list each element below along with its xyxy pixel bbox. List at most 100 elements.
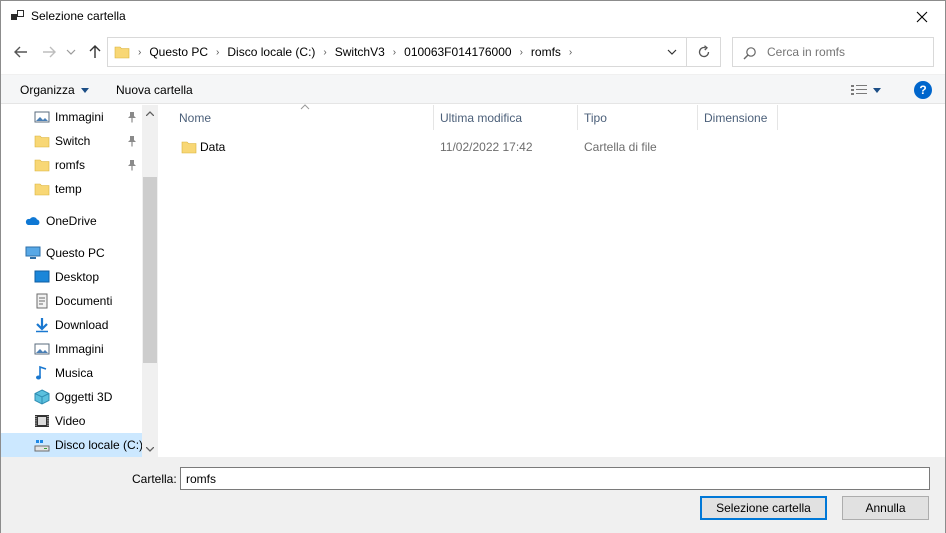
onedrive-icon <box>25 217 40 225</box>
sidebar-item-label: Disco locale (C:) <box>55 438 144 452</box>
address-bar[interactable]: › Questo PC › Disco locale (C:) › SwitchV3 › 01… <box>107 37 687 67</box>
breadcrumb-separator[interactable]: › <box>136 47 143 58</box>
sidebar-item[interactable]: Download <box>1 313 142 337</box>
navigation-scrollbar[interactable] <box>142 105 158 457</box>
forward-arrow-icon <box>43 46 56 58</box>
navigation-pane: Immagini Switch romfs temp OneDrive Questo PC… <box>1 105 158 457</box>
chevron-down-icon <box>146 446 154 452</box>
close-icon <box>916 11 928 22</box>
sidebar-item-label: Questo PC <box>46 246 105 260</box>
view-options-button[interactable] <box>851 82 891 98</box>
title-bar[interactable]: Selezione cartella <box>1 1 945 32</box>
breadcrumb-separator[interactable]: › <box>567 47 574 58</box>
folder-icon <box>34 135 50 148</box>
column-modified[interactable]: Ultima modifica <box>434 105 578 130</box>
sidebar-item[interactable]: Immagini <box>1 105 142 129</box>
music-icon <box>36 365 47 380</box>
navigation-row: › Questo PC › Disco locale (C:) › SwitchV3 › 01… <box>1 35 945 69</box>
search-input[interactable] <box>767 38 927 66</box>
organize-button[interactable]: Organizza <box>20 75 89 105</box>
breadcrumb-item[interactable]: romfs <box>525 45 567 59</box>
help-button[interactable]: ? <box>914 81 932 99</box>
breadcrumb-separator[interactable]: › <box>391 47 398 58</box>
sidebar-item-label: romfs <box>55 158 85 172</box>
cancel-button[interactable]: Annulla <box>842 496 929 520</box>
back-arrow-icon <box>14 46 27 58</box>
breadcrumb-item[interactable]: 010063F014176000 <box>398 45 517 59</box>
column-header-label: Ultima modifica <box>440 110 523 125</box>
chevron-down-icon[interactable] <box>666 46 678 58</box>
column-name[interactable]: Nome <box>173 104 434 130</box>
refresh-button[interactable] <box>687 37 721 67</box>
sidebar-item-label: Video <box>55 414 86 428</box>
folder-icon <box>114 46 130 59</box>
up-button[interactable] <box>85 42 105 62</box>
breadcrumb-separator[interactable]: › <box>518 47 525 58</box>
file-name: Data <box>200 140 226 154</box>
forward-button[interactable] <box>39 42 59 62</box>
video-icon <box>35 415 49 427</box>
close-button[interactable] <box>899 1 945 32</box>
up-arrow-icon <box>89 45 101 58</box>
command-toolbar: Organizza Nuova cartella ? <box>1 74 945 104</box>
column-size[interactable]: Dimensione <box>698 105 778 130</box>
scroll-thumb[interactable] <box>143 177 157 363</box>
sidebar-item[interactable]: Questo PC <box>1 241 142 265</box>
sidebar-item-label: temp <box>55 182 82 196</box>
search-icon <box>743 47 756 60</box>
sidebar-item-label: OneDrive <box>46 214 97 228</box>
pictures-icon <box>34 343 50 355</box>
column-type[interactable]: Tipo <box>578 105 698 130</box>
file-row[interactable]: Data 11/02/2022 17:42 Cartella di file <box>171 137 691 157</box>
desktop-icon <box>34 270 50 283</box>
view-details-icon <box>851 85 867 95</box>
organize-label: Organizza <box>20 83 75 97</box>
folder-name-input[interactable] <box>180 467 930 490</box>
sidebar-item[interactable]: Musica <box>1 361 142 385</box>
sidebar-item[interactable]: Documenti <box>1 289 142 313</box>
file-modified: 11/02/2022 17:42 <box>440 140 533 154</box>
sidebar-item[interactable]: Immagini <box>1 337 142 361</box>
sidebar-item-label: Desktop <box>55 270 100 284</box>
chevron-down-icon <box>873 87 881 93</box>
folder-icon <box>34 183 50 196</box>
computer-icon <box>25 246 41 259</box>
breadcrumb-item[interactable]: Disco locale (C:) <box>221 45 321 59</box>
column-header-label: Dimensione <box>704 110 768 125</box>
search-box[interactable] <box>732 37 934 67</box>
file-list: Nome Ultima modifica Tipo Dimensione Dat… <box>159 104 945 457</box>
sidebar-item[interactable]: Disco locale (C:) <box>1 433 144 457</box>
scroll-down-button[interactable] <box>142 441 158 457</box>
sort-ascending-icon <box>300 104 310 110</box>
pin-icon <box>128 112 136 123</box>
sidebar-item[interactable]: OneDrive <box>1 209 142 233</box>
recent-locations-button[interactable] <box>64 42 78 62</box>
sidebar-item-label: Immagini <box>55 110 104 124</box>
scroll-up-button[interactable] <box>142 105 158 121</box>
sidebar-item[interactable]: romfs <box>1 153 142 177</box>
sidebar-item-label: Download <box>55 318 109 332</box>
window-title: Selezione cartella <box>31 9 126 23</box>
breadcrumb-separator[interactable]: › <box>321 47 328 58</box>
new-folder-button[interactable]: Nuova cartella <box>116 75 193 105</box>
back-button[interactable] <box>11 42 31 62</box>
file-type: Cartella di file <box>584 140 657 154</box>
documents-icon <box>36 293 48 309</box>
sidebar-item[interactable]: temp <box>1 177 142 201</box>
breadcrumb-item[interactable]: SwitchV3 <box>329 45 391 59</box>
select-folder-button[interactable]: Selezione cartella <box>700 496 827 520</box>
sidebar-item[interactable]: Oggetti 3D <box>1 385 142 409</box>
sidebar-item[interactable]: Video <box>1 409 142 433</box>
breadcrumb-separator[interactable]: › <box>214 47 221 58</box>
sidebar-item[interactable]: Switch <box>1 129 142 153</box>
sidebar-item-label: Immagini <box>55 342 104 356</box>
refresh-icon <box>698 45 709 58</box>
chevron-down-icon <box>66 49 76 55</box>
breadcrumb-item[interactable]: Questo PC <box>143 45 214 59</box>
column-header-label: Nome <box>179 110 212 125</box>
column-header-label: Tipo <box>584 110 607 125</box>
pictures-icon <box>34 111 50 123</box>
chevron-up-icon <box>146 110 154 116</box>
sidebar-item-label: Switch <box>55 134 91 148</box>
sidebar-item[interactable]: Desktop <box>1 265 142 289</box>
